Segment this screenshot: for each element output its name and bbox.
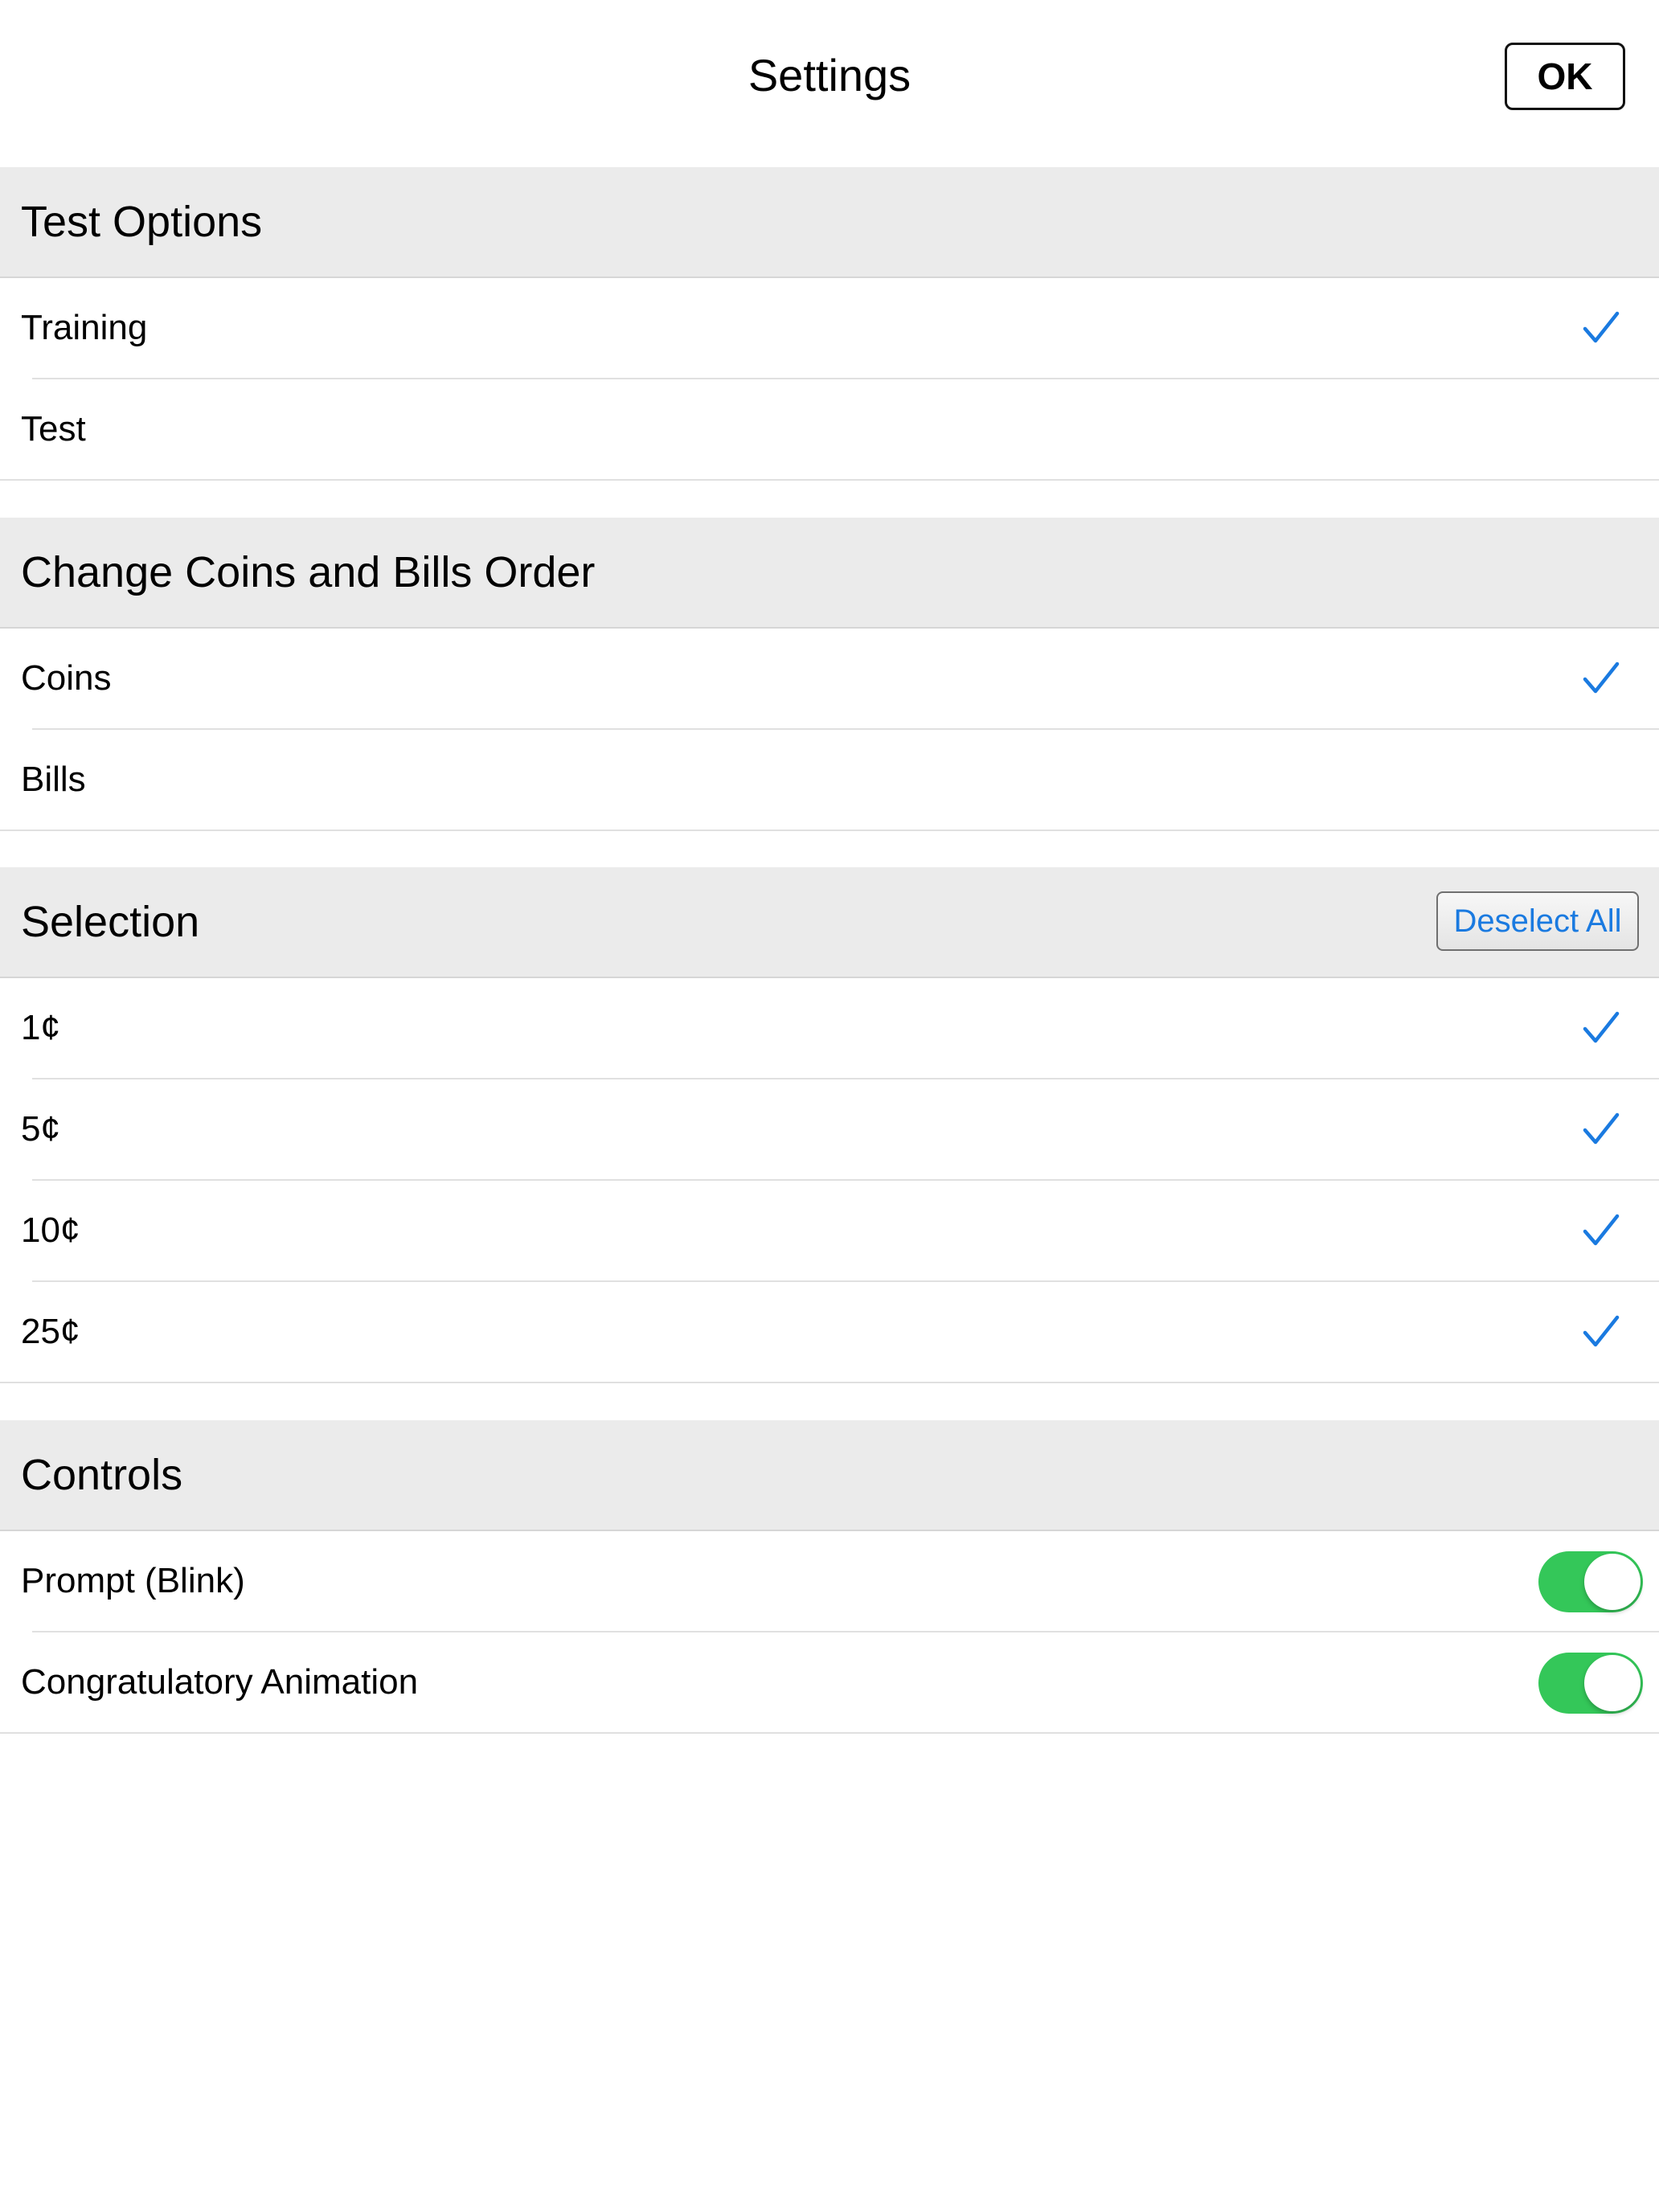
row-label: 5¢ [21,1109,60,1149]
ok-button[interactable]: OK [1505,43,1625,110]
section-header-test-options: Test Options [0,167,1659,278]
row-label: 25¢ [21,1312,80,1351]
checkmark-icon [1583,1315,1620,1347]
page-title: Settings [748,50,911,100]
row-separator [0,1382,1659,1383]
row-separator [0,830,1659,831]
row-separator [0,1732,1659,1734]
row-label: Congratulatory Animation [21,1662,419,1702]
section-title: Change Coins and Bills Order [21,548,596,596]
section-header-controls: Controls [0,1420,1659,1531]
checkmark-icon [1583,1112,1620,1145]
section-title: Controls [21,1451,183,1499]
deselect-all-button[interactable]: Deselect All [1436,891,1639,951]
section-title: Test Options [21,198,263,246]
option-row-test[interactable]: Test [0,379,1659,481]
control-row-prompt-blink: Prompt (Blink) [0,1531,1659,1632]
order-row-bills[interactable]: Bills [0,730,1659,831]
prompt-blink-toggle[interactable] [1538,1551,1643,1612]
toggle-knob [1584,1655,1641,1711]
section-header-selection: Selection Deselect All [0,867,1659,978]
checkmark-icon [1583,311,1620,343]
row-label: Test [21,409,86,449]
checkmark-icon [1583,1214,1620,1246]
checkmark-icon [1583,662,1620,694]
section-header-order: Change Coins and Bills Order [0,518,1659,629]
congratulatory-animation-toggle[interactable] [1538,1653,1643,1714]
toggle-knob [1584,1554,1641,1610]
checkmark-icon [1583,1011,1620,1043]
order-row-coins[interactable]: Coins [0,629,1659,730]
row-label: 10¢ [21,1210,80,1250]
row-label: Prompt (Blink) [21,1561,245,1600]
row-label: Bills [21,760,86,799]
row-label: Coins [21,658,112,698]
navigation-bar: Settings OK [0,0,1659,167]
row-separator [0,479,1659,481]
control-row-congratulatory-animation: Congratulatory Animation [0,1632,1659,1734]
selection-row-5c[interactable]: 5¢ [0,1079,1659,1181]
selection-row-1c[interactable]: 1¢ [0,978,1659,1079]
selection-row-10c[interactable]: 10¢ [0,1181,1659,1282]
row-label: Training [21,308,148,347]
row-label: 1¢ [21,1008,60,1047]
selection-row-25c[interactable]: 25¢ [0,1282,1659,1383]
option-row-training[interactable]: Training [0,278,1659,379]
section-title: Selection [21,898,200,946]
